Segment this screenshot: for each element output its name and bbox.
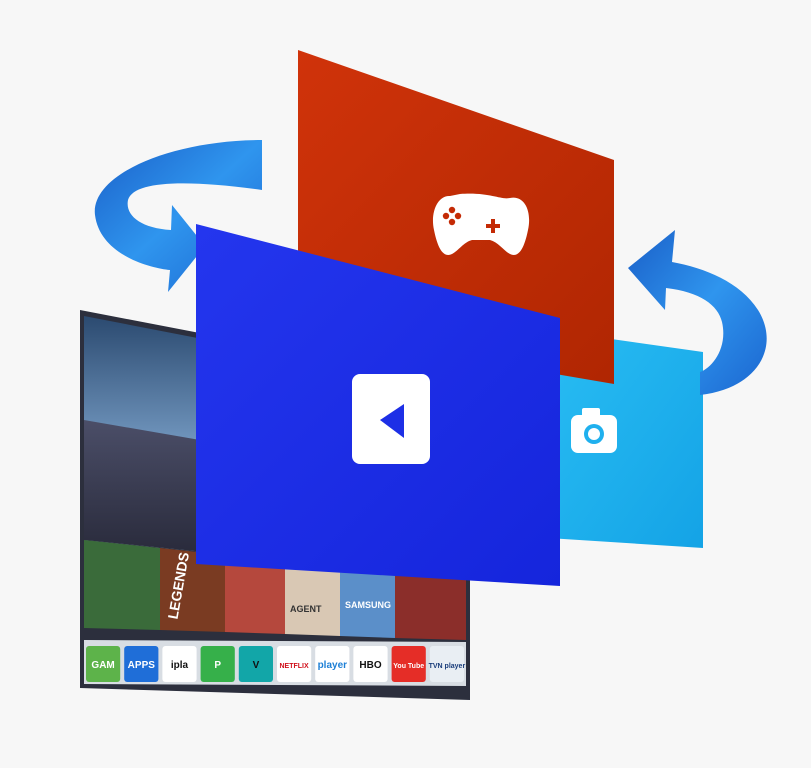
app-tile-player[interactable]: player [315,646,350,682]
content-tile-show[interactable] [395,574,466,640]
app-tile-label: NETFLIX [280,663,309,670]
app-tile-label: HBO [359,660,381,671]
promo-illustration: LEGENDS AGENT SAMSUNG GAM APPS ipla P V NETFL… [0,0,811,768]
app-tile-label: APPS [128,660,156,671]
app-tile-youtube[interactable]: You Tube [391,646,426,682]
app-tile-label: player [318,660,348,671]
app-tile-ipla[interactable]: ipla [162,646,197,682]
app-tile-vod[interactable]: V [238,646,273,682]
app-tile-tvn[interactable]: TVN player [429,646,466,682]
app-tile-label: You Tube [393,663,424,670]
app-tile-label: V [253,660,260,671]
samsung-text: SAMSUNG [345,600,391,610]
agent-text: AGENT [290,604,322,614]
app-tile-games[interactable]: GAM [86,646,121,682]
app-tile-label: TVN player [429,663,466,670]
app-tile-hbo[interactable]: HBO [353,646,388,682]
play-icon [352,374,430,464]
content-tile-football[interactable] [84,540,160,630]
app-tile-label: P [214,660,221,671]
app-tile-netflix[interactable]: NETFLIX [277,646,312,682]
content-tile-agent[interactable] [285,562,340,636]
app-tile-apps[interactable]: APPS [124,646,159,682]
app-tile-label: ipla [171,660,189,671]
app-tile-label: GAM [91,660,114,671]
app-tile-p[interactable]: P [200,646,235,682]
